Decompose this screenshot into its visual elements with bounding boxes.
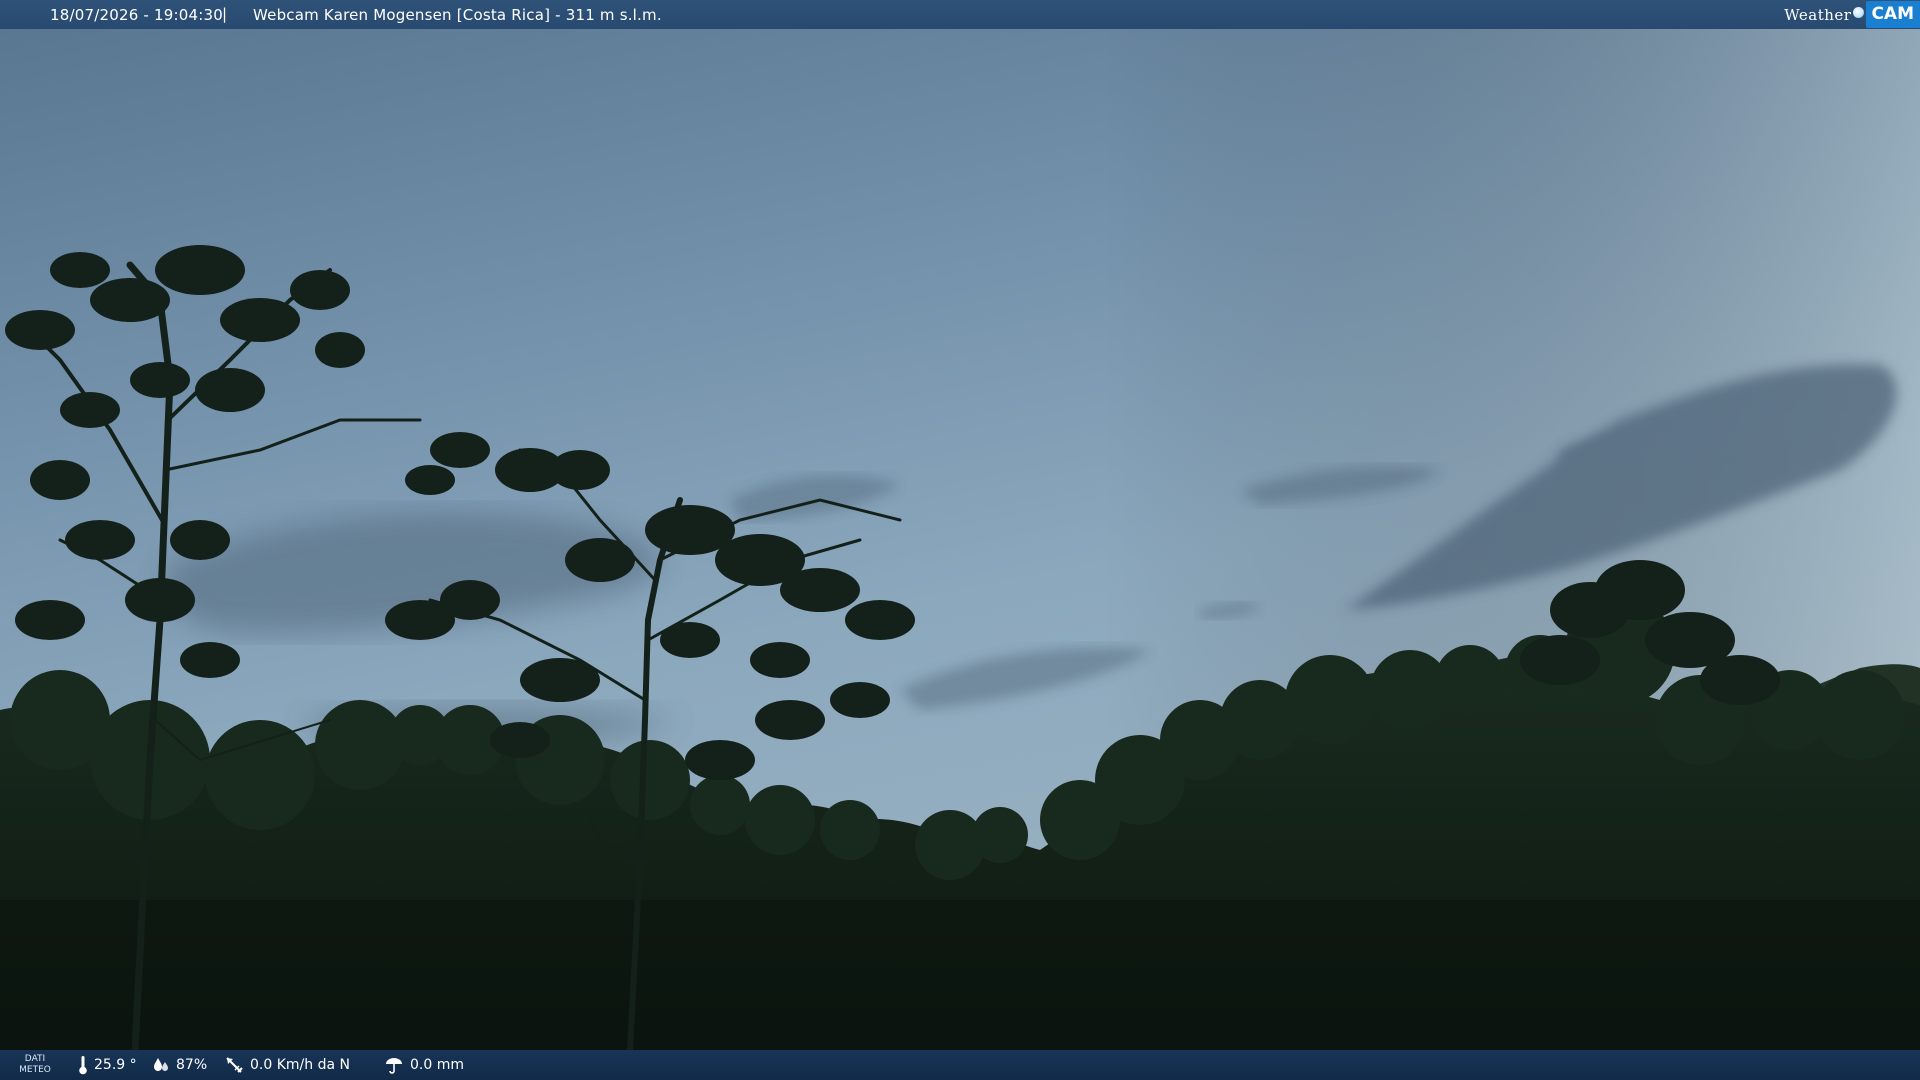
rain-gauge-icon: [384, 1056, 404, 1074]
top-info-bar: 18/07/2026 - 19:04:30 | Webcam Karen Mog…: [0, 0, 1920, 29]
weathercam-logo[interactable]: Weather CAM: [1784, 0, 1920, 29]
forest-shade: [0, 900, 1920, 1050]
temperature-reading: 25.9 °: [78, 1050, 137, 1080]
wind-value: 0.0 Km/h da N: [250, 1057, 350, 1073]
timestamp: 18/07/2026 - 19:04:30: [50, 6, 223, 24]
humidity-value: 87%: [176, 1057, 208, 1073]
meteo-data-label: DATI METEO: [18, 1054, 52, 1076]
rain-value: 0.0 mm: [410, 1057, 464, 1073]
humidity-reading: 87%: [152, 1050, 207, 1080]
logo-cam: CAM: [1866, 1, 1920, 28]
meteo-label-line2: METEO: [19, 1065, 51, 1075]
header-separator: |: [222, 5, 228, 23]
wind-reading: 0.0 Km/h da N: [224, 1050, 350, 1080]
humidity-drops-icon: [152, 1056, 170, 1074]
wind-vane-icon: [224, 1055, 244, 1075]
meteo-label-line1: DATI: [24, 1054, 46, 1064]
webcam-title: Webcam Karen Mogensen [Costa Rica] - 311…: [253, 6, 662, 24]
rain-reading: 0.0 mm: [384, 1050, 464, 1080]
webcam-scene: [0, 0, 1920, 1080]
logo-word: Weather: [1784, 5, 1852, 24]
weather-data-bar: DATI METEO 25.9 ° 87% 0.0 Km/h da N 0.0 …: [0, 1050, 1920, 1080]
thermometer-icon: [78, 1055, 88, 1075]
logo-dot-icon: [1853, 7, 1865, 18]
temperature-value: 25.9 °: [94, 1057, 137, 1073]
